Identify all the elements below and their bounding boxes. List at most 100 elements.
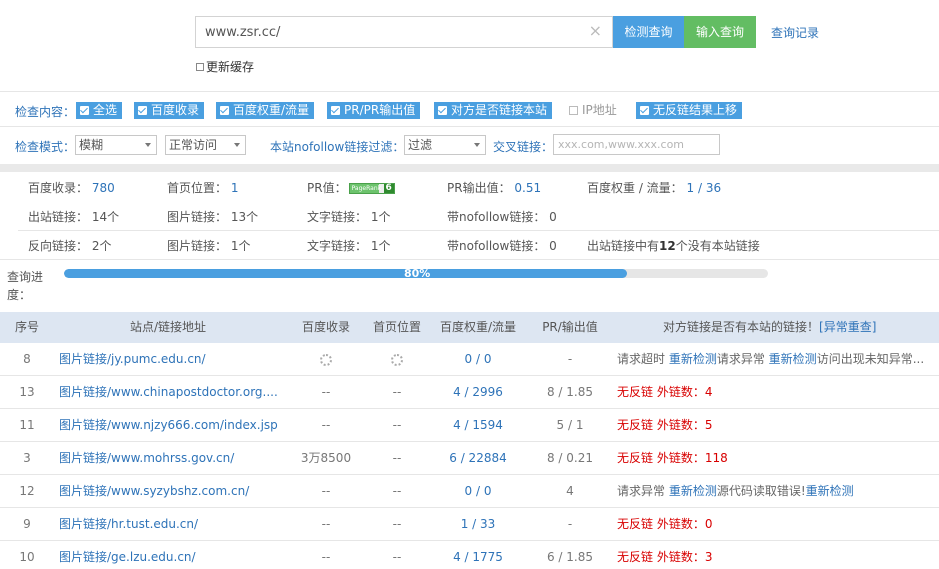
site-link[interactable]: 图片链接/www.njzy666.com/index.jsp	[59, 409, 279, 442]
checkbox-pr[interactable]: PR/PR输出值	[327, 102, 421, 119]
checkbox-backlink[interactable]: 对方是否链接本站	[434, 102, 553, 119]
checkbox-baidu-weight[interactable]: 百度权重/流量	[216, 102, 315, 119]
pr-output-cell: -	[567, 517, 573, 531]
checkbox-label: IP地址	[582, 103, 617, 117]
stat-nofollow-links-2: 带nofollow链接： 0	[447, 239, 557, 253]
recheck-errors-link[interactable]: [异常重查]	[819, 320, 876, 334]
recheck-link[interactable]: 重新检测	[769, 352, 817, 366]
refresh-cache-option[interactable]: 更新缓存	[196, 58, 254, 75]
divider	[0, 259, 939, 260]
stat-pr: PR值： PageRank 6	[307, 179, 395, 196]
cross-link-label: 交叉链接：	[493, 140, 554, 154]
timeout-label: 请求超时	[617, 352, 669, 366]
baidu-index-cell: --	[321, 418, 331, 432]
loading-spinner-icon	[391, 353, 403, 366]
check-icon	[138, 106, 147, 115]
site-link[interactable]: 图片链接/www.mohrss.gov.cn/	[59, 442, 279, 475]
pr-output-cell: 8 / 0.21	[546, 451, 594, 465]
checkbox-label: 百度权重/流量	[233, 103, 310, 117]
backlink-status-cell: 无反链 外链数：0	[617, 508, 932, 541]
backlink-status-cell: 请求异常 重新检测源代码读取错误!重新检测	[617, 475, 932, 508]
detect-query-button[interactable]: 检测查询	[613, 16, 684, 48]
stat-value: 1	[230, 181, 239, 195]
weight-traffic-cell: 4 / 1775	[453, 550, 503, 564]
query-history-link[interactable]: 查询记录	[771, 24, 819, 41]
no-backlink-label: 无反链	[617, 418, 657, 432]
col-baidu-index: 百度收录	[301, 320, 350, 334]
stat-backlinks: 反向链接： 2个	[28, 239, 112, 253]
outlink-count: 外链数：118	[656, 451, 728, 465]
row-index: 13	[19, 385, 35, 399]
recheck-link[interactable]: 重新检测	[669, 484, 717, 498]
row-index: 10	[19, 550, 35, 564]
checkbox-label: PR/PR输出值	[344, 103, 416, 117]
col-site: 站点/链接地址	[129, 320, 207, 334]
checkbox-nolink-top[interactable]: 无反链结果上移	[636, 102, 743, 119]
table-row: 12 图片链接/www.syzybshz.com.cn/ -- -- 0 / 0 4 请求异…	[0, 475, 939, 508]
check-icon	[80, 106, 89, 115]
baidu-index-cell: --	[321, 550, 331, 564]
stat-home-position: 首页位置： 1	[167, 181, 239, 195]
loading-spinner-icon	[320, 353, 332, 366]
no-backlink-label: 无反链	[617, 517, 657, 531]
outbound-note: 出站链接中有12个没有本站链接	[587, 239, 760, 253]
recheck-link[interactable]: 重新检测	[806, 484, 854, 498]
col-index: 序号	[14, 320, 39, 334]
divider	[0, 126, 939, 127]
table-header: 序号 站点/链接地址 百度收录 首页位置 百度权重/流量 PR/输出值 对方链接…	[0, 312, 939, 343]
site-link[interactable]: 图片链接/www.chinapostdoctor.org....	[59, 376, 279, 409]
cross-link-input[interactable]	[553, 134, 720, 155]
baidu-index-cell: --	[321, 484, 331, 498]
backlink-status-cell: 无反链 外链数：118	[617, 442, 932, 475]
check-icon	[220, 106, 229, 115]
home-position-cell: --	[392, 517, 402, 531]
weight-traffic-cell: 4 / 2996	[453, 385, 503, 399]
pagerank-badge-icon: PageRank 6	[348, 183, 395, 194]
input-query-button[interactable]: 输入查询	[684, 16, 756, 48]
site-link[interactable]: 图片链接/www.syzybshz.com.cn/	[59, 475, 279, 508]
home-position-cell: --	[392, 550, 402, 564]
recheck-link[interactable]: 重新检测	[669, 352, 717, 366]
row-index: 9	[23, 517, 31, 531]
site-link[interactable]: 图片链接/ge.lzu.edu.cn/	[59, 541, 279, 569]
pr-output-cell: 6 / 1.85	[546, 550, 594, 564]
col-home-position: 首页位置	[372, 320, 421, 334]
stat-nofollow-links: 带nofollow链接： 0	[447, 210, 557, 224]
table-row: 8 图片链接/jy.pumc.edu.cn/0 / 0 - 请求超时 重新检测请求异常…	[0, 343, 939, 376]
home-position-cell: --	[392, 418, 402, 432]
section-separator	[0, 164, 939, 172]
checkbox-label: 百度收录	[151, 103, 200, 117]
access-select[interactable]: 正常访问	[165, 135, 246, 155]
row-index: 3	[23, 451, 31, 465]
stat-text-links-2: 文字链接： 1个	[307, 239, 391, 253]
pr-output-cell: 8 / 1.85	[546, 385, 594, 399]
table-row: 11 图片链接/www.njzy666.com/index.jsp -- -- 4 / …	[0, 409, 939, 442]
pr-output-cell: 5 / 1	[556, 418, 584, 432]
checkbox-ip[interactable]: IP地址	[569, 102, 617, 119]
mode-select[interactable]: 模糊	[75, 135, 157, 155]
url-input[interactable]	[196, 17, 576, 47]
stat-weight-traffic: 百度权重 / 流量： 1 / 36	[587, 181, 722, 195]
stat-value: 780	[91, 181, 115, 195]
site-link[interactable]: 图片链接/hr.tust.edu.cn/	[59, 508, 279, 541]
url-search-box: ×	[195, 16, 613, 48]
clear-icon[interactable]: ×	[589, 22, 602, 40]
checkbox-baidu-index[interactable]: 百度收录	[134, 102, 205, 119]
home-position-cell	[366, 343, 428, 376]
site-link[interactable]: 图片链接/jy.pumc.edu.cn/	[59, 343, 279, 376]
row-index: 8	[23, 352, 31, 366]
table-row: 10 图片链接/ge.lzu.edu.cn/ -- -- 4 / 1775 6 / 1.8…	[0, 541, 939, 569]
checkbox-select-all[interactable]: 全选	[76, 102, 123, 119]
backlink-status-cell: 无反链 外链数：4	[617, 376, 932, 409]
nofollow-select[interactable]: 过滤	[404, 135, 486, 155]
backlink-status-cell: 无反链 外链数：5	[617, 409, 932, 442]
row-index: 11	[19, 418, 35, 432]
checkbox-label: 对方是否链接本站	[451, 103, 548, 117]
col-weight: 百度权重/流量	[439, 320, 517, 334]
pr-output-cell: 4	[566, 484, 574, 498]
weight-traffic-cell: 1 / 33	[460, 517, 496, 531]
chevron-down-icon	[234, 143, 240, 147]
unchecked-box-icon	[569, 106, 578, 115]
col-pr: PR/输出值	[542, 320, 598, 334]
refresh-cache-checkbox[interactable]	[196, 62, 204, 71]
